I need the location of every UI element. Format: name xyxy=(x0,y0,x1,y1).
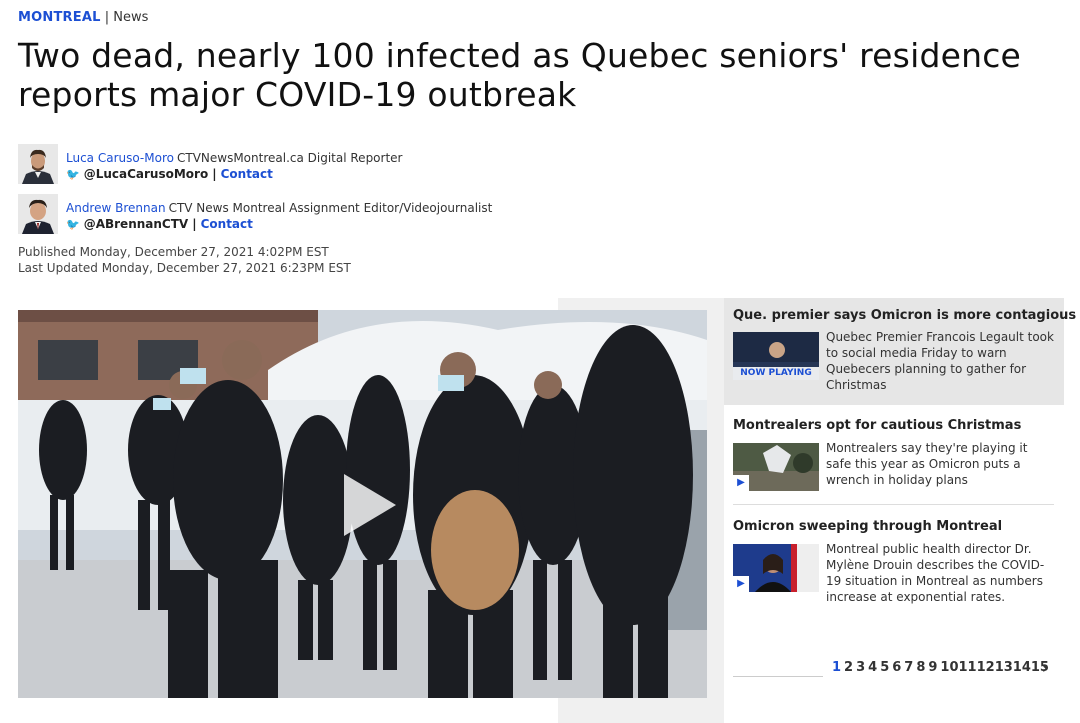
playlist-item-description: Montrealers say they're playing it safe … xyxy=(826,441,1028,487)
author-byline-2: Andrew Brennan CTV News Montreal Assignme… xyxy=(18,194,718,234)
play-icon: ▶ xyxy=(733,576,749,592)
playlist-item[interactable]: Que. premier says Omicron is more contag… xyxy=(724,298,1076,405)
playlist-pagination: 1 2 3 4 5 6 7 8 9 101112131415 › xyxy=(724,659,1064,680)
page-link-2[interactable]: 2 xyxy=(844,660,853,675)
section-breadcrumb: MONTREAL | News xyxy=(18,10,148,25)
play-icon xyxy=(344,474,396,536)
author-role: CTVNewsMontreal.ca Digital Reporter xyxy=(176,151,403,165)
page-link-12[interactable]: 12 xyxy=(977,660,995,675)
playlist-item-description: Montreal public health director Dr. Mylè… xyxy=(826,542,1045,604)
playlist-item[interactable]: Omicron sweeping through Montreal ▶ Mont… xyxy=(724,505,1064,610)
breadcrumb-separator: | xyxy=(104,10,110,25)
handle-separator: | xyxy=(212,167,217,181)
twitter-icon: 🐦 xyxy=(66,218,80,231)
author-byline-1: Luca Caruso-Moro CTVNewsMontreal.ca Digit… xyxy=(18,144,718,184)
play-icon: ▶ xyxy=(733,475,749,491)
author-name-link[interactable]: Luca Caruso-Moro xyxy=(66,151,174,165)
page-link-1[interactable]: 1 xyxy=(832,660,841,675)
handle-separator: | xyxy=(192,217,197,231)
author-photo xyxy=(18,144,58,184)
play-button[interactable] xyxy=(334,470,404,540)
now-playing-badge: NOW PLAYING xyxy=(733,367,819,380)
video-playlist: Que. premier says Omicron is more contag… xyxy=(724,298,1076,723)
playlist-thumbnail[interactable]: ▶ xyxy=(733,443,819,491)
page-numbers: 1 2 3 4 5 6 7 8 9 101112131415 xyxy=(832,660,1052,675)
page-link-10[interactable]: 10 xyxy=(940,660,958,675)
page-link-4[interactable]: 4 xyxy=(868,660,877,675)
author-name-link[interactable]: Andrew Brennan xyxy=(66,201,166,215)
playlist-item-title: Omicron sweeping through Montreal xyxy=(733,519,1003,534)
page-link-9[interactable]: 9 xyxy=(928,660,937,675)
playlist-item-title: Montrealers opt for cautious Christmas xyxy=(733,418,1022,433)
page-link-11[interactable]: 11 xyxy=(959,660,977,675)
headline: Two dead, nearly 100 infected as Quebec … xyxy=(18,36,1022,114)
page-link-7[interactable]: 7 xyxy=(904,660,913,675)
page-link-5[interactable]: 5 xyxy=(880,660,889,675)
video-player[interactable] xyxy=(18,310,707,698)
playlist-thumbnail[interactable]: ▶ xyxy=(733,544,819,592)
twitter-handle[interactable]: @ABrennanCTV xyxy=(84,217,189,231)
playlist-item-title: Que. premier says Omicron is more contag… xyxy=(733,308,1077,323)
page-link-13[interactable]: 13 xyxy=(995,660,1013,675)
updated-date: Last Updated Monday, December 27, 2021 6… xyxy=(18,261,351,275)
published-date: Published Monday, December 27, 2021 4:02… xyxy=(18,245,329,259)
page-link-3[interactable]: 3 xyxy=(856,660,865,675)
section-link[interactable]: MONTREAL xyxy=(18,10,101,25)
twitter-icon: 🐦 xyxy=(66,168,80,181)
contact-link[interactable]: Contact xyxy=(221,167,273,181)
next-page-chevron-icon[interactable]: › xyxy=(1042,659,1048,677)
category-label: News xyxy=(113,10,149,25)
playlist-item-description: Quebec Premier Francois Legault took to … xyxy=(826,330,1054,392)
author-role: CTV News Montreal Assignment Editor/Vide… xyxy=(168,201,493,215)
author-photo xyxy=(18,194,58,234)
page-link-8[interactable]: 8 xyxy=(916,660,925,675)
playlist-item[interactable]: Montrealers opt for cautious Christmas ▶… xyxy=(724,405,1064,505)
page-link-14[interactable]: 14 xyxy=(1013,660,1031,675)
pagination-rule xyxy=(733,676,823,677)
playlist-thumbnail[interactable]: NOW PLAYING xyxy=(733,332,819,380)
page-link-6[interactable]: 6 xyxy=(892,660,901,675)
twitter-handle[interactable]: @LucaCarusoMoro xyxy=(84,167,209,181)
article-dates: Published Monday, December 27, 2021 4:02… xyxy=(18,244,351,276)
contact-link[interactable]: Contact xyxy=(201,217,253,231)
